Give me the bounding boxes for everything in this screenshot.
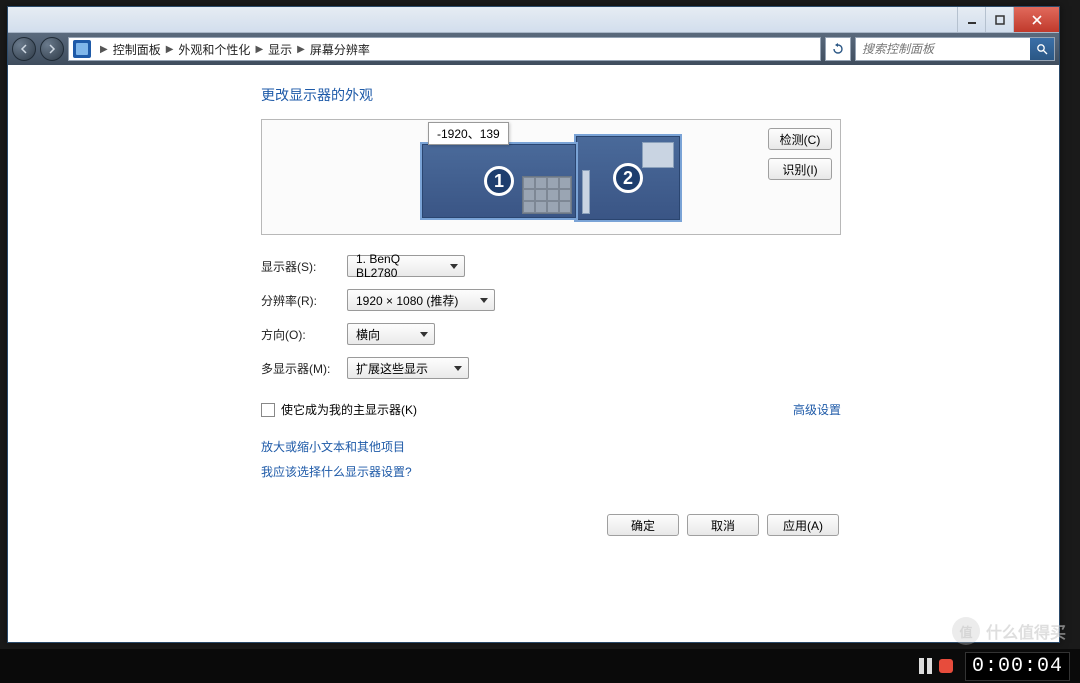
- resolution-label: 分辨率(R):: [261, 292, 347, 309]
- chevron-right-icon: ▶: [297, 44, 305, 55]
- monitor-number: 1: [484, 166, 514, 196]
- watermark-text: 什么值得买: [986, 619, 1066, 643]
- breadcrumb-item[interactable]: 显示: [268, 41, 292, 58]
- display-settings-window: ▶ 控制面板 ▶ 外观和个性化 ▶ 显示 ▶ 屏幕分辨率 更改显示器的外观 检测…: [7, 6, 1060, 643]
- orientation-label: 方向(O):: [261, 326, 347, 343]
- multi-display-label: 多显示器(M):: [261, 360, 347, 377]
- multi-display-value: 扩展这些显示: [356, 360, 428, 377]
- apply-button[interactable]: 应用(A): [767, 514, 839, 536]
- watermark-badge: 值: [952, 617, 980, 645]
- breadcrumb-item[interactable]: 控制面板: [113, 41, 161, 58]
- zoom-text-link[interactable]: 放大或缩小文本和其他项目: [261, 438, 405, 455]
- back-button[interactable]: [12, 37, 36, 61]
- ok-button[interactable]: 确定: [607, 514, 679, 536]
- monitor-layout[interactable]: -1920、139 1 2: [420, 134, 682, 220]
- breadcrumb-item[interactable]: 外观和个性化: [178, 41, 250, 58]
- chevron-right-icon: ▶: [100, 44, 108, 55]
- detect-button[interactable]: 检测(C): [768, 128, 832, 150]
- keypad-icon: [522, 176, 572, 214]
- display-dropdown[interactable]: 1. BenQ BL2780: [347, 255, 465, 277]
- dialog-action-bar: 确定 取消 应用(A): [261, 514, 841, 536]
- resolution-dropdown[interactable]: 1920 × 1080 (推荐): [347, 289, 495, 311]
- recording-timer: 0:00:04: [965, 652, 1070, 681]
- monitor-preview-box: 检测(C) 识别(I) -1920、139 1 2: [261, 119, 841, 235]
- refresh-button[interactable]: [825, 37, 851, 61]
- recorder-bar: 0:00:04: [0, 649, 1080, 683]
- breadcrumb-path[interactable]: ▶ 控制面板 ▶ 外观和个性化 ▶ 显示 ▶ 屏幕分辨率: [68, 37, 821, 61]
- close-button[interactable]: [1013, 7, 1059, 32]
- pause-icon[interactable]: [919, 658, 933, 674]
- resolution-value: 1920 × 1080 (推荐): [356, 292, 458, 309]
- minimize-button[interactable]: [957, 7, 985, 32]
- watermark: 值 什么值得买: [952, 617, 1066, 645]
- cancel-button[interactable]: 取消: [687, 514, 759, 536]
- navigation-bar: ▶ 控制面板 ▶ 外观和个性化 ▶ 显示 ▶ 屏幕分辨率: [8, 33, 1059, 65]
- search-input[interactable]: [856, 42, 1030, 56]
- display-value: 1. BenQ BL2780: [356, 252, 444, 280]
- identify-button[interactable]: 识别(I): [768, 158, 832, 180]
- content-area: 更改显示器的外观 检测(C) 识别(I) -1920、139 1 2: [8, 65, 1059, 642]
- search-icon[interactable]: [1030, 38, 1054, 60]
- make-primary-label: 使它成为我的主显示器(K): [281, 401, 417, 418]
- maximize-button[interactable]: [985, 7, 1013, 32]
- recorder-controls: [919, 658, 953, 674]
- sidebar-icon: [582, 170, 590, 214]
- position-tooltip: -1920、139: [428, 122, 509, 145]
- window-icon: [642, 142, 674, 168]
- forward-button[interactable]: [40, 37, 64, 61]
- multi-display-dropdown[interactable]: 扩展这些显示: [347, 357, 469, 379]
- monitor-2[interactable]: 2: [574, 134, 682, 222]
- monitor-1[interactable]: -1920、139 1: [420, 142, 578, 220]
- orientation-value: 横向: [356, 326, 380, 343]
- chevron-right-icon: ▶: [255, 44, 263, 55]
- search-box[interactable]: [855, 37, 1055, 61]
- make-primary-checkbox[interactable]: [261, 403, 275, 417]
- display-label: 显示器(S):: [261, 258, 347, 275]
- breadcrumb-item[interactable]: 屏幕分辨率: [310, 41, 370, 58]
- page-title: 更改显示器的外观: [261, 85, 841, 105]
- help-link[interactable]: 我应该选择什么显示器设置?: [261, 463, 412, 480]
- chevron-right-icon: ▶: [166, 44, 174, 55]
- record-icon[interactable]: [939, 659, 953, 673]
- monitor-number: 2: [613, 163, 643, 193]
- advanced-settings-link[interactable]: 高级设置: [793, 401, 841, 418]
- orientation-dropdown[interactable]: 横向: [347, 323, 435, 345]
- control-panel-icon: [73, 40, 91, 58]
- window-titlebar: [8, 7, 1059, 33]
